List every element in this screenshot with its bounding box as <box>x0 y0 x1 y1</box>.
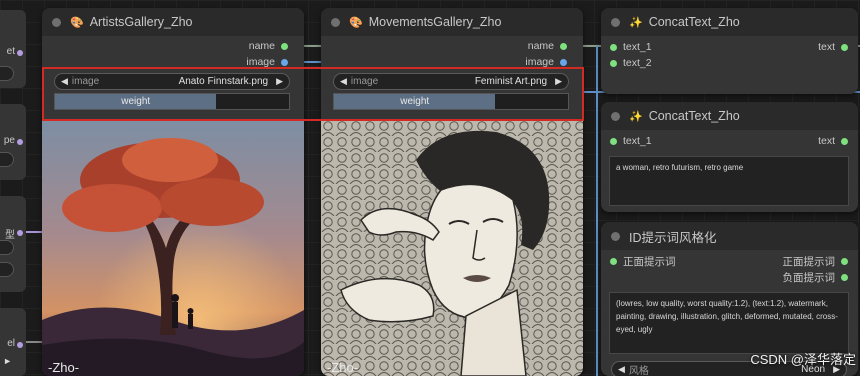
concat2-text-input[interactable]: a woman, retro futurism, retro game <box>609 156 849 206</box>
concat1-input-text1-label: text_1 <box>623 41 652 53</box>
left-stub-toggle-2[interactable] <box>0 152 14 167</box>
concat1-input-text1[interactable]: text_1 <box>610 41 652 53</box>
concat1-output-label: text <box>818 41 835 53</box>
concat1-output-text[interactable]: text <box>818 41 848 53</box>
left-stub-port-2[interactable] <box>17 139 23 145</box>
movements-preview-image <box>321 120 583 376</box>
sparkle-icon: ✨ <box>629 110 643 123</box>
input-port-icon[interactable] <box>610 137 617 145</box>
artists-output-name-label: name <box>248 40 275 52</box>
left-stub-toggle-3b[interactable] <box>0 262 14 277</box>
concat1-input-text2[interactable]: text_2 <box>610 57 652 69</box>
palette-icon: 🎨 <box>70 16 84 29</box>
input-port-icon[interactable] <box>610 43 617 51</box>
left-stub-label-3: 型 <box>5 230 15 241</box>
left-stub-port-1[interactable] <box>17 50 23 56</box>
left-stub-port-4[interactable] <box>17 342 23 348</box>
concat2-node-header[interactable]: ✨ ConcatText_Zho <box>601 102 858 130</box>
artists-preview-image <box>42 120 304 376</box>
left-stub-arrow-icon[interactable]: ► <box>3 356 12 366</box>
movements-output-name[interactable]: name <box>528 40 567 52</box>
combo-prev-arrow-icon[interactable]: ◀ <box>618 364 625 375</box>
left-node-stub-4: el ► <box>0 308 26 376</box>
idstyle-output-positive[interactable]: 正面提示词 <box>782 254 848 269</box>
figure-adult <box>172 302 178 328</box>
foliage-3 <box>160 178 264 226</box>
foliage-4 <box>122 138 218 182</box>
collapse-dot-icon[interactable] <box>611 231 620 241</box>
left-stub-label-1: et <box>6 46 15 57</box>
sparkle-icon: ✨ <box>629 16 643 29</box>
concat2-input-text1-label: text_1 <box>623 135 652 147</box>
left-node-stub-3: 型 <box>0 196 26 292</box>
output-port-icon[interactable] <box>281 58 288 66</box>
concat1-node-title: ConcatText_Zho <box>648 15 740 29</box>
idstyle-negative-text[interactable]: (lowres, low quality, worst quality:1.2)… <box>609 292 849 354</box>
idstyle-node-header[interactable]: ID提示词风格化 <box>601 222 858 250</box>
artists-node-header[interactable]: 🎨 ArtistsGallery_Zho <box>42 8 304 36</box>
left-stub-port-3[interactable] <box>17 230 23 236</box>
highlight-box <box>42 67 584 121</box>
output-port-icon[interactable] <box>560 58 567 66</box>
idstyle-output-negative-label: 负面提示词 <box>782 272 836 284</box>
artists-output-name[interactable]: name <box>249 40 288 52</box>
output-port-icon[interactable] <box>281 42 288 50</box>
output-port-icon[interactable] <box>841 274 848 281</box>
concat-text-node-1[interactable]: ✨ ConcatText_Zho text_1 text_2 text <box>601 8 858 94</box>
csdn-credit: CSDN @泽华落定 <box>750 352 856 367</box>
input-port-icon[interactable] <box>610 258 617 265</box>
collapse-dot-icon[interactable] <box>331 17 340 27</box>
left-stub-toggle-3a[interactable] <box>0 240 14 255</box>
output-port-icon[interactable] <box>841 258 848 265</box>
figure-child <box>188 314 193 329</box>
idstyle-output-positive-label: 正面提示词 <box>782 256 836 268</box>
output-port-icon[interactable] <box>841 137 848 145</box>
concat2-output-label: text <box>818 135 835 147</box>
artists-gallery-node[interactable]: 🎨 ArtistsGallery_Zho name image ◀ image … <box>42 8 304 376</box>
left-stub-label-2: pe <box>3 135 15 146</box>
movements-watermark: -Zho- <box>327 360 359 375</box>
collapse-dot-icon[interactable] <box>611 17 620 27</box>
movements-node-header[interactable]: 🎨 MovementsGallery_Zho <box>321 8 583 36</box>
collapse-dot-icon[interactable] <box>611 111 620 121</box>
collapse-dot-icon[interactable] <box>52 17 61 27</box>
left-node-stub-2: pe <box>0 104 26 180</box>
left-stub-toggle-1[interactable] <box>0 66 14 81</box>
input-port-icon[interactable] <box>610 59 617 67</box>
left-node-stub-1: et <box>0 10 26 88</box>
concat2-output-text[interactable]: text <box>818 135 848 147</box>
concat1-node-header[interactable]: ✨ ConcatText_Zho <box>601 8 858 36</box>
idstyle-input-positive[interactable]: 正面提示词 <box>610 254 676 269</box>
idstyle-style-label: 风格 <box>628 366 649 376</box>
idstyle-input-label: 正面提示词 <box>623 256 676 268</box>
concat1-input-text2-label: text_2 <box>623 57 652 69</box>
output-port-icon[interactable] <box>560 42 567 50</box>
concat-text-node-2[interactable]: ✨ ConcatText_Zho text_1 text a woman, re… <box>601 102 858 212</box>
output-port-icon[interactable] <box>841 43 848 51</box>
idstyle-node-title: ID提示词风格化 <box>629 230 717 245</box>
concat2-input-text1[interactable]: text_1 <box>610 135 652 147</box>
figure-adult-head <box>171 294 179 302</box>
figure-child-head <box>187 308 194 314</box>
artists-watermark: -Zho- <box>48 360 80 375</box>
movements-gallery-node[interactable]: 🎨 MovementsGallery_Zho name image ◀ imag… <box>321 8 583 376</box>
artists-node-title: ArtistsGallery_Zho <box>89 15 193 29</box>
idstyle-output-negative[interactable]: 负面提示词 <box>782 270 848 285</box>
palette-icon: 🎨 <box>349 16 363 29</box>
left-stub-label-4: el <box>7 338 15 349</box>
movements-output-name-label: name <box>527 40 554 52</box>
foliage-2 <box>62 184 162 232</box>
movements-node-title: MovementsGallery_Zho <box>368 15 502 29</box>
concat2-node-title: ConcatText_Zho <box>648 109 740 123</box>
